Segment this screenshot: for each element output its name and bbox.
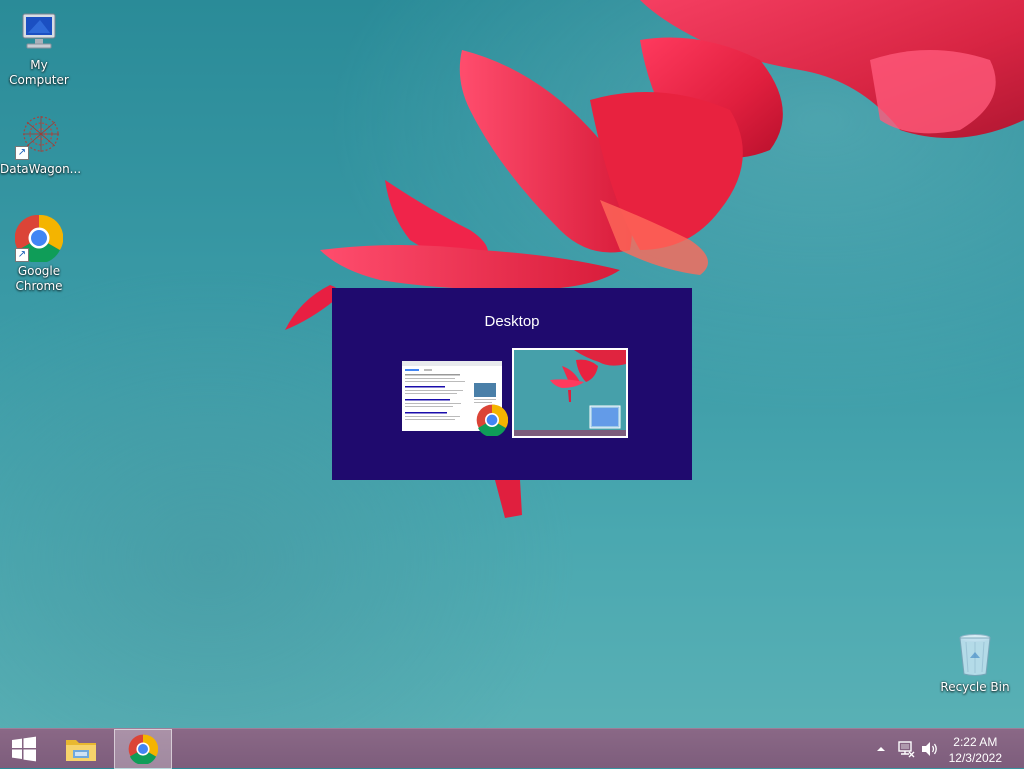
chrome-icon: ↗ <box>14 214 64 264</box>
datawagon-label: DataWagon... <box>0 162 82 176</box>
network-icon <box>898 741 915 758</box>
desktop-thumbnail[interactable] <box>512 348 628 438</box>
google-chrome-taskbar-button[interactable] <box>114 729 172 769</box>
chrome-icon <box>128 734 158 764</box>
network-tray-button[interactable] <box>896 740 916 758</box>
google-chrome-label: Google Chrome <box>15 264 63 293</box>
datawagon-icon: ↗ <box>15 112 63 160</box>
volume-tray-button[interactable] <box>920 740 940 758</box>
chrome-app-icon <box>476 404 508 436</box>
file-explorer-taskbar-button[interactable] <box>57 729 105 769</box>
datawagon-desktop-icon[interactable]: ↗ DataWagon... <box>0 112 82 177</box>
clock-time: 2:22 AM <box>953 735 998 749</box>
my-computer-label: My Computer <box>9 58 69 87</box>
chevron-up-icon <box>877 747 885 751</box>
recycle-bin-icon <box>951 630 999 678</box>
volume-icon <box>922 742 937 756</box>
google-chrome-desktop-icon[interactable]: ↗ Google Chrome <box>0 214 78 294</box>
folder-icon <box>66 740 96 761</box>
computer-icon <box>15 8 63 56</box>
desktop-preview <box>514 350 626 436</box>
clock-date: 12/3/2022 <box>948 751 1002 765</box>
start-button[interactable] <box>0 729 48 769</box>
show-hidden-icons-button[interactable] <box>874 741 888 757</box>
recycle-bin-label: Recycle Bin <box>940 680 1010 694</box>
clock[interactable]: 2:22 AM 12/3/2022 <box>949 734 1002 766</box>
windows-logo-icon <box>12 736 36 762</box>
recycle-bin-desktop-icon[interactable]: Recycle Bin <box>936 630 1014 695</box>
taskbar: 2:22 AM 12/3/2022 <box>0 728 1024 769</box>
switcher-title: Desktop <box>484 313 540 330</box>
shortcut-arrow-icon: ↗ <box>15 146 29 160</box>
my-computer-desktop-icon[interactable]: My Computer <box>0 8 78 88</box>
shortcut-arrow-icon: ↗ <box>15 248 29 262</box>
window-switcher: Desktop <box>332 288 692 480</box>
